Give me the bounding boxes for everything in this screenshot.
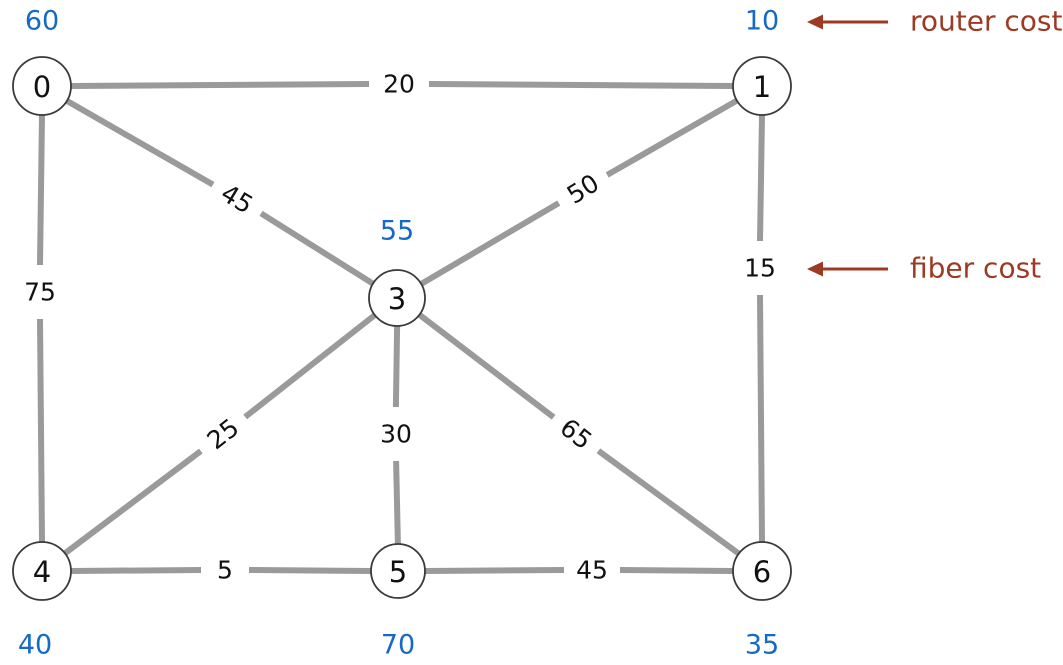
edge-weight-label-3-6: 65 <box>555 413 598 455</box>
edge-segment <box>757 114 765 242</box>
edge-segment <box>248 567 372 574</box>
node-6[interactable]: 6 <box>732 541 792 601</box>
edge-weight-label-0-1: 20 <box>383 70 415 99</box>
arrow-left-icon <box>807 261 823 277</box>
node-label-4: 4 <box>33 555 51 589</box>
node-cost-label-1: 10 <box>745 6 779 37</box>
node-label-3: 3 <box>388 282 406 316</box>
node-1[interactable]: 1 <box>732 56 792 116</box>
edge-weight-label-4-5: 5 <box>217 556 233 585</box>
edge-segment <box>393 460 401 545</box>
edge-0-3 <box>65 98 375 287</box>
edge-segment <box>424 567 565 574</box>
node-cost-label-3: 55 <box>380 216 414 247</box>
edge-segment <box>392 325 401 408</box>
edge-weight-label-0-3: 45 <box>216 178 258 219</box>
network-graph: 0 134 5 6 2045 50751525 30 655 45 60 105540 70 35 … <box>12 5 1063 661</box>
edges-layer <box>37 81 765 574</box>
edge-segment <box>596 448 741 557</box>
node-0[interactable]: 0 <box>12 56 72 116</box>
edge-weight-label-1-3: 50 <box>562 168 604 209</box>
annotations-layer: router cost fiber cost <box>807 5 1063 285</box>
node-4[interactable]: 4 <box>12 541 72 601</box>
edge-segment <box>37 114 45 266</box>
annotation-text-fiber-cost: fiber cost <box>910 252 1041 285</box>
node-cost-label-5: 70 <box>381 630 415 661</box>
edge-0-4 <box>37 114 45 543</box>
edge-1-6 <box>757 114 765 543</box>
edge-segment <box>70 81 370 89</box>
node-label-6: 6 <box>753 555 771 589</box>
node-5[interactable]: 5 <box>370 543 426 599</box>
edge-segment <box>619 567 734 574</box>
node-3[interactable]: 3 <box>368 269 426 327</box>
edge-segment <box>417 312 556 420</box>
edge-segment <box>428 81 734 89</box>
annotation-router-cost: router cost <box>807 5 1063 38</box>
edge-segment <box>70 567 202 574</box>
edge-weight-label-1-6: 15 <box>744 254 776 283</box>
edge-weight-label-3-4: 25 <box>202 413 245 455</box>
node-label-1: 1 <box>753 70 771 104</box>
annotation-text-router-cost: router cost <box>910 5 1063 38</box>
node-label-5: 5 <box>389 555 407 589</box>
edge-weight-label-5-6: 45 <box>576 556 608 585</box>
edge-segment <box>605 97 739 178</box>
node-cost-label-4: 40 <box>18 630 52 661</box>
edge-segment <box>63 448 203 556</box>
node-cost-label-6: 35 <box>745 630 779 661</box>
diagram-canvas: 013456 20 45 50 75 15 25 30 65 5 45 60 10 55 40 70 35 … <box>0 0 1063 665</box>
edge-weight-label-0-4: 75 <box>24 278 56 307</box>
node-cost-label-0: 60 <box>25 6 59 37</box>
edge-segment <box>259 210 375 287</box>
edge-weight-label-3-5: 30 <box>380 420 412 449</box>
edge-segment <box>757 294 765 543</box>
node-label-0: 0 <box>33 70 51 104</box>
edge-segment <box>37 318 45 543</box>
arrow-left-icon <box>807 14 823 30</box>
annotation-fiber-cost: fiber cost <box>807 252 1041 285</box>
edge-segment <box>65 98 215 188</box>
edge-segment <box>243 312 377 420</box>
edge-segment <box>419 200 561 287</box>
